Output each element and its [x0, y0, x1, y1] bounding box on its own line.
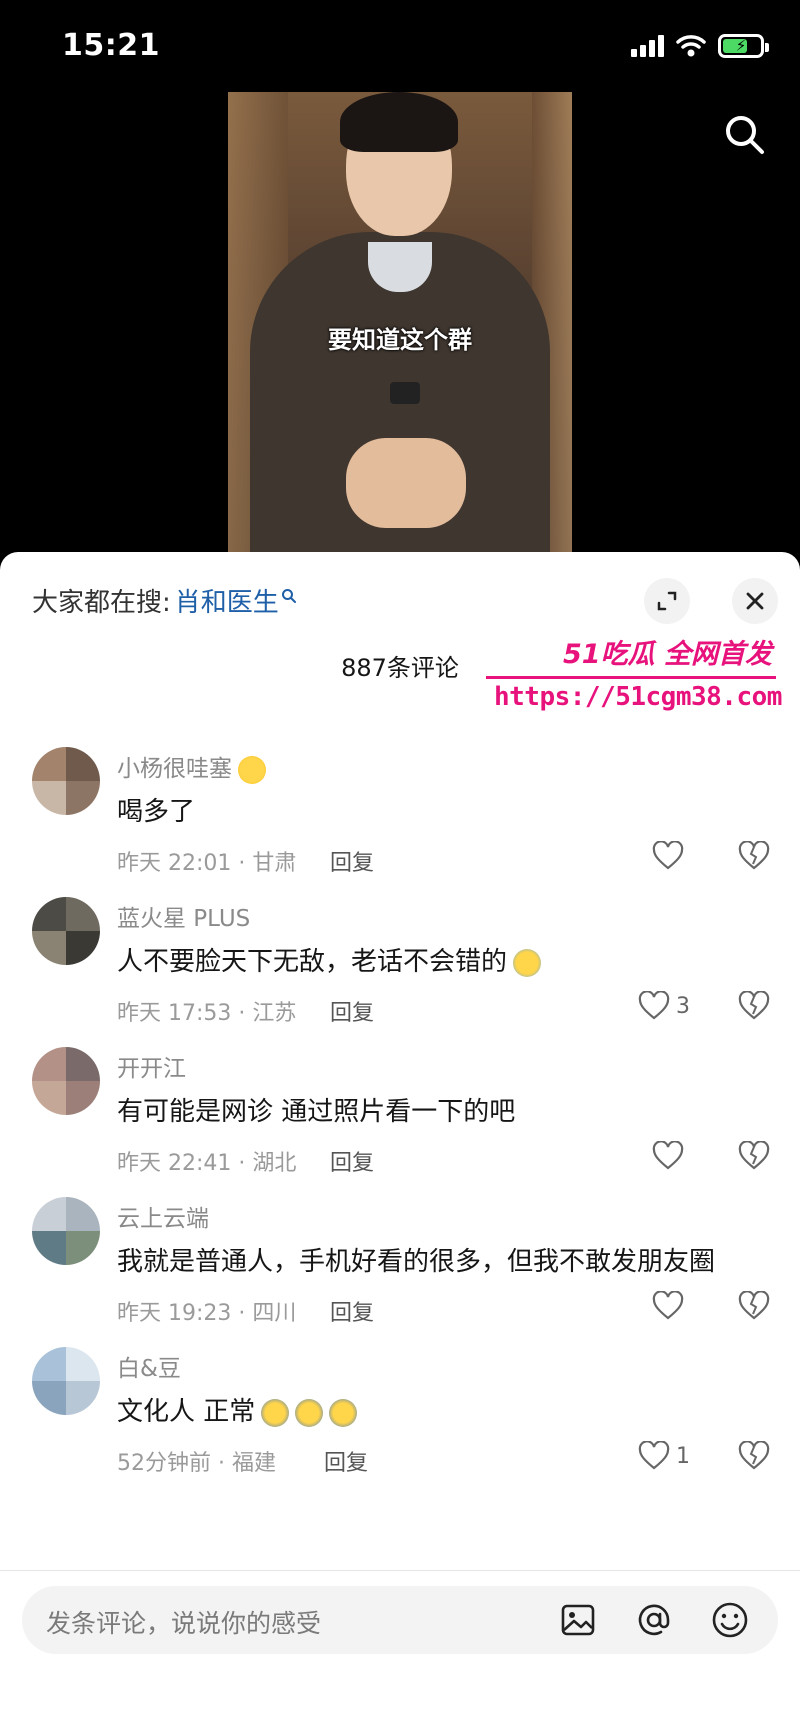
watermark-title: 51吃瓜 全网首发 — [563, 639, 772, 670]
like-button[interactable]: 3 — [638, 991, 690, 1021]
comment-input-placeholder: 发条评论，说说你的感受 — [46, 1609, 322, 1638]
heart-icon — [638, 1441, 670, 1470]
status-time: 15:21 — [62, 28, 160, 63]
status-icons: ⚡ — [631, 34, 769, 58]
reply-button[interactable]: 回复 — [324, 1445, 368, 1477]
comment-meta: 昨天 19:23 · 四川 — [117, 1301, 297, 1326]
broken-heart-icon[interactable] — [738, 841, 770, 871]
star-eyes-emoji-icon — [238, 755, 266, 784]
facepalm-emoji-icon — [295, 1398, 324, 1427]
broken-heart-icon[interactable] — [738, 1441, 770, 1471]
reply-button[interactable]: 回复 — [330, 1145, 374, 1177]
battery-icon: ⚡ — [718, 34, 769, 58]
comment-item: 小杨很哇塞 喝多了 昨天 22:01 · 甘肃 回复 — [0, 747, 800, 897]
comment-username[interactable]: 蓝火星 PLUS — [117, 899, 250, 933]
video-frame: 要知道这个群 — [228, 92, 572, 552]
cellular-signal-icon — [631, 35, 664, 57]
wifi-icon — [676, 35, 706, 57]
comment-meta: 52分钟前 · 福建 — [117, 1451, 276, 1476]
mention-icon[interactable] — [634, 1600, 674, 1640]
expand-button[interactable] — [644, 578, 690, 624]
broken-heart-icon[interactable] — [738, 1141, 770, 1171]
watermark: 51吃瓜 全网首发 https://51cgm38.com — [480, 632, 790, 722]
emoji-icon[interactable] — [710, 1600, 750, 1640]
comments-sheet: 大家都在搜: 肖和医生 887条评论 51吃瓜 全网首发 https://51c… — [0, 552, 800, 1731]
like-button[interactable] — [652, 841, 690, 871]
video-player[interactable]: 要知道这个群 — [0, 92, 800, 552]
comment-meta: 昨天 22:41 · 湖北 — [117, 1151, 297, 1176]
reply-button[interactable]: 回复 — [330, 845, 374, 877]
comment-username[interactable]: 开开江 — [117, 1049, 186, 1083]
comment-meta: 昨天 22:01 · 甘肃 — [117, 851, 297, 876]
trending-search[interactable]: 大家都在搜: 肖和医生 — [32, 582, 297, 619]
comment-item: 开开江 有可能是网诊 通过照片看一下的吧 昨天 22:41 · 湖北 回复 — [0, 1047, 800, 1197]
facepalm-emoji-icon — [329, 1398, 358, 1427]
heart-icon — [652, 1291, 684, 1320]
watermark-url: https://51cgm38.com — [494, 682, 782, 712]
video-caption: 要知道这个群 — [328, 326, 472, 354]
close-button[interactable] — [732, 578, 778, 624]
heart-icon — [652, 1141, 684, 1170]
expand-icon — [657, 591, 677, 611]
comment-text: 喝多了 — [117, 797, 196, 827]
search-icon[interactable] — [722, 112, 766, 156]
crying-laughing-emoji-icon — [513, 948, 542, 977]
reply-button[interactable]: 回复 — [330, 1295, 374, 1327]
broken-heart-icon[interactable] — [738, 991, 770, 1021]
trending-search-label: 大家都在搜: — [32, 588, 171, 618]
like-count: 3 — [676, 993, 690, 1019]
broken-heart-icon[interactable] — [738, 1291, 770, 1321]
comment-text: 文化人 正常 — [117, 1391, 358, 1428]
comment-item: 云上云端 我就是普通人，手机好看的很多，但我不敢发朋友圈 昨天 19:23 · … — [0, 1197, 800, 1347]
comment-text: 人不要脸天下无敌，老话不会错的 — [117, 941, 542, 978]
comment-username[interactable]: 云上云端 — [117, 1199, 209, 1233]
like-count: 1 — [676, 1443, 690, 1469]
avatar[interactable] — [32, 897, 100, 965]
divider — [0, 1570, 800, 1571]
comment-username[interactable]: 白&豆 — [117, 1349, 181, 1383]
heart-icon — [652, 841, 684, 870]
heart-icon — [638, 991, 670, 1020]
reply-button[interactable]: 回复 — [330, 995, 374, 1027]
avatar[interactable] — [32, 1197, 100, 1265]
status-bar: 15:21 ⚡ — [0, 0, 800, 92]
comment-item: 白&豆 文化人 正常 52分钟前 · 福建 回复 1 — [0, 1347, 800, 1497]
like-button[interactable]: 1 — [638, 1441, 690, 1471]
close-icon — [746, 592, 764, 610]
comment-text: 我就是普通人，手机好看的很多，但我不敢发朋友圈 — [117, 1247, 716, 1277]
like-button[interactable] — [652, 1141, 690, 1171]
comment-text: 有可能是网诊 通过照片看一下的吧 — [117, 1097, 516, 1127]
avatar[interactable] — [32, 1047, 100, 1115]
comment-username[interactable]: 小杨很哇塞 — [117, 749, 266, 784]
trending-search-term[interactable]: 肖和医生 — [175, 582, 279, 619]
facepalm-emoji-icon — [261, 1398, 290, 1427]
microphone-icon — [390, 382, 420, 404]
search-small-icon — [281, 588, 296, 603]
image-icon[interactable] — [558, 1600, 598, 1640]
avatar[interactable] — [32, 747, 100, 815]
avatar[interactable] — [32, 1347, 100, 1415]
comment-input[interactable]: 发条评论，说说你的感受 — [22, 1586, 778, 1654]
like-button[interactable] — [652, 1291, 690, 1321]
comment-meta: 昨天 17:53 · 江苏 — [117, 1001, 297, 1026]
comment-item: 蓝火星 PLUS 人不要脸天下无敌，老话不会错的 昨天 17:53 · 江苏 回… — [0, 897, 800, 1047]
